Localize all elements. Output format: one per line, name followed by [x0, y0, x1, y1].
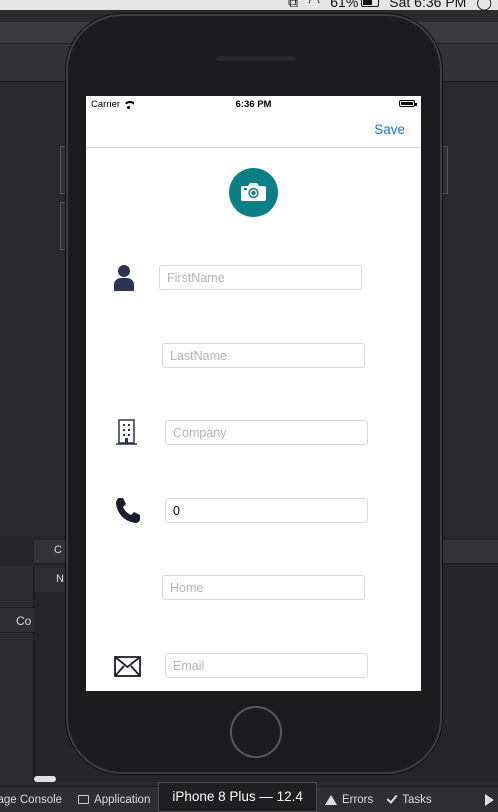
simulator-screen: Carrier 6:36 PM Save FirstName LastName	[86, 96, 421, 691]
status-time: 6:36 PM	[235, 99, 272, 110]
device-selector[interactable]: iPhone 8 Plus — 12.4	[158, 781, 317, 812]
errors-tab[interactable]: Errors	[317, 787, 381, 812]
envelope-icon	[114, 656, 141, 677]
battery-status[interactable]: 61%	[330, 0, 380, 10]
battery-icon	[399, 100, 417, 107]
navigation-bar: Save	[86, 112, 421, 148]
phone-input[interactable]: 0	[165, 498, 368, 523]
tasks-label: Tasks	[402, 793, 432, 806]
package-console-tab[interactable]: ckage Console	[0, 787, 70, 812]
application-output-tab[interactable]: Application	[70, 787, 158, 812]
phone-icon	[116, 498, 140, 523]
camera-icon	[241, 183, 266, 201]
menu-clock[interactable]: Sat 6:36 PM	[389, 0, 466, 10]
package-console-label: ckage Console	[0, 793, 63, 806]
play-icon[interactable]	[485, 793, 494, 806]
ide-bottom-panel-row[interactable]: Co	[0, 607, 34, 633]
email-input[interactable]: Email	[165, 653, 368, 678]
battery-percent: 61%	[330, 0, 359, 10]
building-icon	[116, 419, 137, 445]
company-input[interactable]: Company	[165, 420, 368, 445]
last-name-input[interactable]: LastName	[162, 343, 365, 368]
person-icon	[114, 265, 134, 291]
macos-menu-bar: ⧉ ◠ 61% Sat 6:36 PM ◯	[0, 0, 498, 10]
tasks-tab[interactable]: Tasks	[381, 787, 439, 812]
checkmark-icon	[386, 792, 398, 804]
add-photo-button[interactable]	[229, 168, 278, 217]
ide-status-bar: ckage Console Application iPhone 8 Plus …	[0, 781, 498, 812]
save-button[interactable]: Save	[374, 122, 405, 137]
phone-speaker	[216, 56, 296, 61]
errors-label: Errors	[341, 793, 374, 806]
first-name-input[interactable]: FirstName	[159, 265, 362, 290]
application-output-label: Application	[94, 793, 151, 806]
home-button[interactable]	[230, 706, 282, 758]
ide-bottom-panel-title: C	[54, 544, 62, 556]
screen-mirror-icon[interactable]: ⧉	[288, 0, 298, 10]
battery-icon	[361, 0, 380, 7]
ios-status-bar: Carrier 6:36 PM	[86, 96, 421, 112]
search-icon[interactable]: ◯	[476, 0, 492, 10]
device-selector-label: iPhone 8 Plus — 12.4	[172, 789, 303, 804]
application-output-icon	[78, 795, 90, 804]
warning-icon	[324, 794, 337, 805]
home-phone-input[interactable]: Home	[162, 575, 365, 600]
ide-bottom-left-column	[0, 566, 34, 782]
horizontal-scrollbar[interactable]	[34, 776, 56, 782]
wifi-status-icon[interactable]: ◠	[308, 0, 320, 10]
